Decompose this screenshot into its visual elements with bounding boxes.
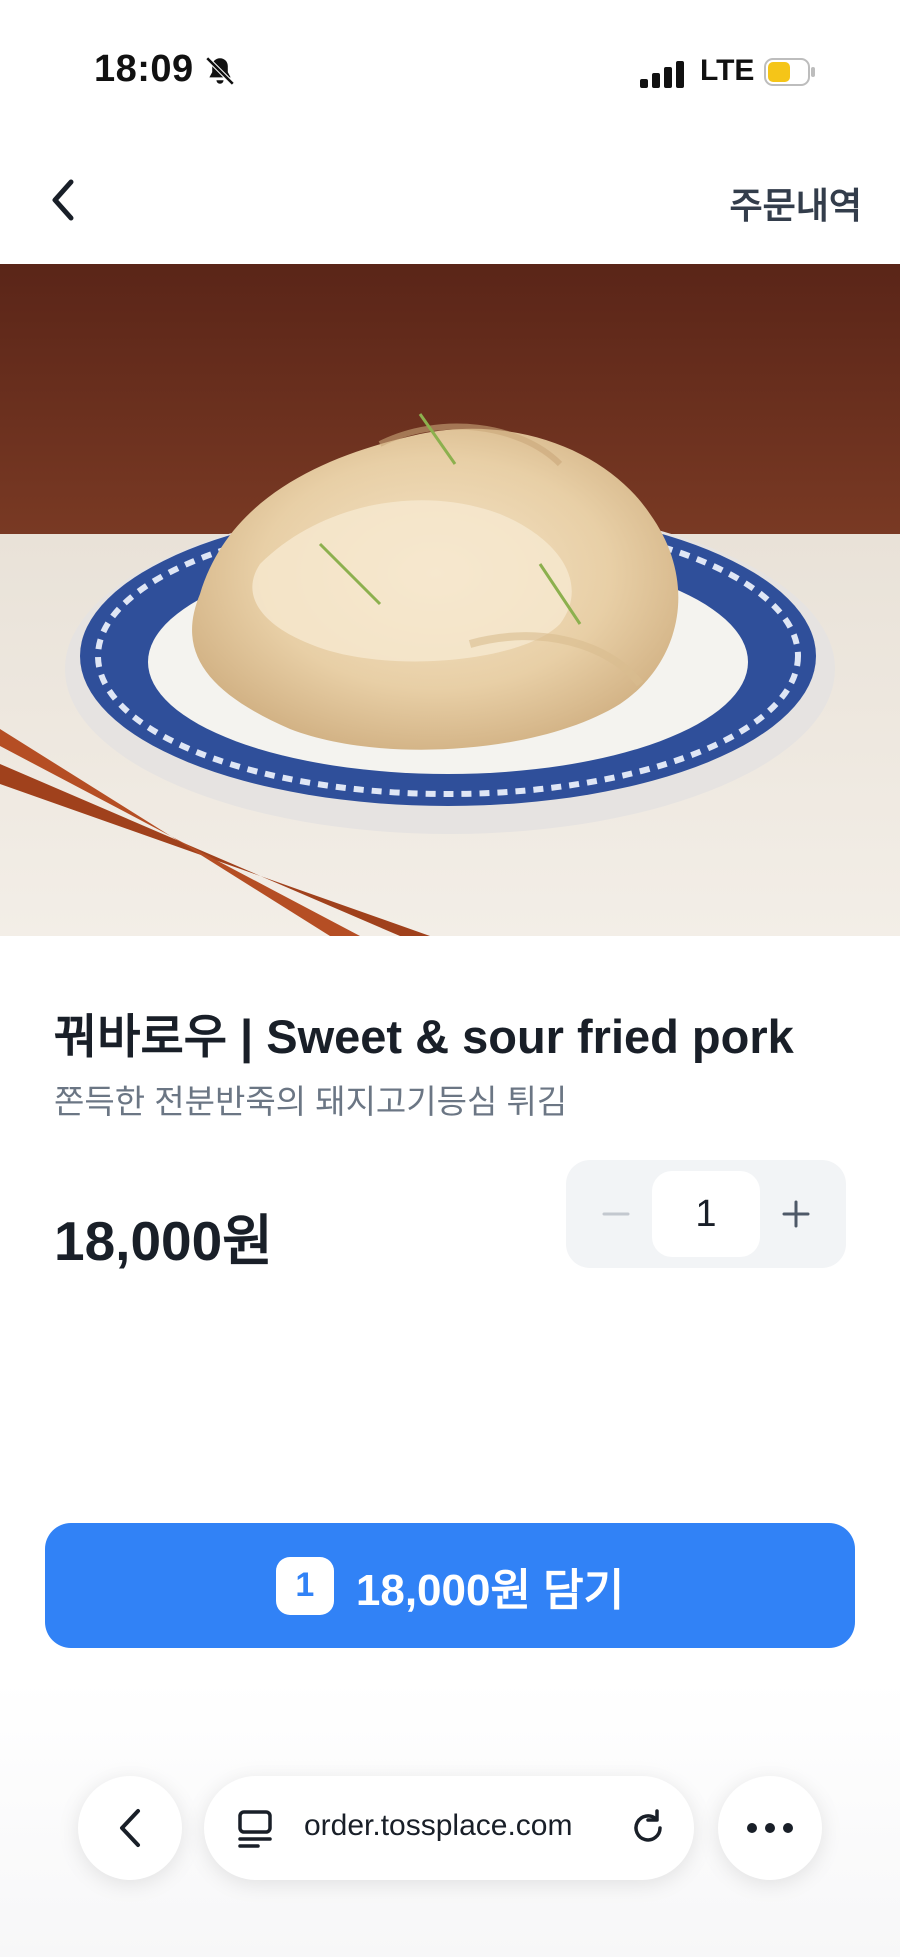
url-text: order.tossplace.com [304,1809,573,1842]
tabs-icon [238,1810,272,1848]
product-image [0,264,900,936]
chevron-left-icon [52,179,74,221]
product-price: 18,000원 [54,1210,273,1272]
address-bar[interactable]: order.tossplace.com [204,1776,694,1880]
product-description: 쫀득한 전분반죽의 돼지고기등심 튀김 [54,1083,568,1120]
minus-icon [602,1212,630,1216]
cart-count-badge: 1 [275,1556,334,1615]
product-title: 꿔바로우 | Sweet & sour fried pork [54,1010,794,1063]
network-label: LTE [700,54,755,87]
bell-slash-icon [205,56,235,86]
plus-icon [782,1200,810,1228]
more-icon [747,1823,793,1833]
battery-icon [764,58,815,86]
order-history-link[interactable]: 주문내역 [730,177,862,229]
signal-icon [640,58,686,88]
quantity-stepper: 1 [566,1160,846,1268]
quantity-value: 1 [652,1171,760,1257]
reload-icon[interactable] [626,1806,670,1850]
decrease-quantity-button[interactable] [584,1182,648,1246]
add-to-cart-label: 18,000원 담기 [355,1565,625,1615]
chevron-left-icon [120,1809,140,1847]
increase-quantity-button[interactable] [764,1182,828,1246]
add-to-cart-button[interactable]: 1 18,000원 담기 [45,1523,855,1648]
back-button[interactable] [38,170,88,230]
status-time: 18:09 [94,48,194,90]
more-options-button[interactable] [718,1776,822,1880]
browser-back-button[interactable] [78,1776,182,1880]
